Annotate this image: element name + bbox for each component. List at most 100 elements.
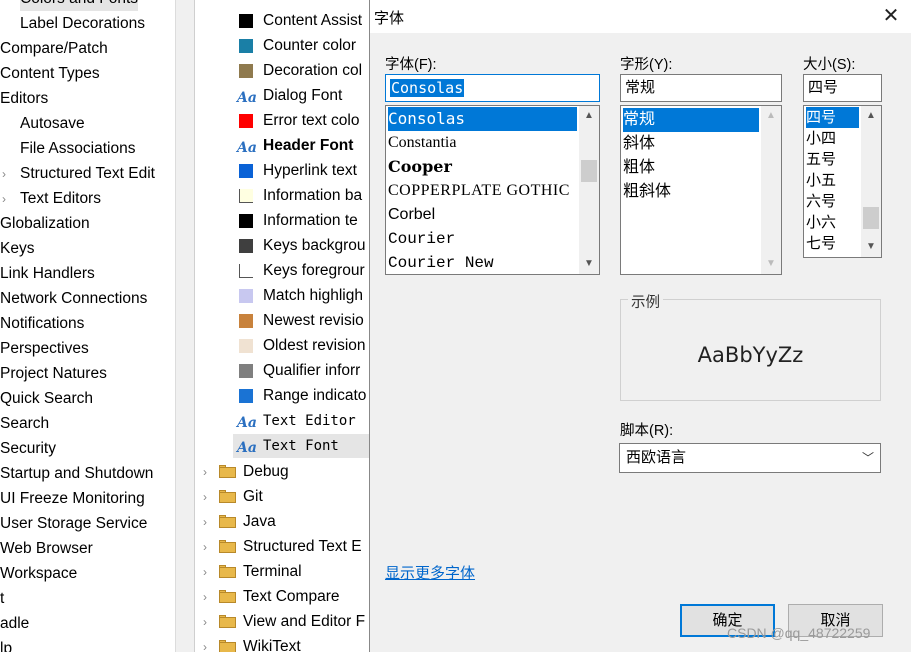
size-list-scrollbar[interactable]: ▲ ▼	[861, 106, 881, 257]
scroll-up-icon[interactable]: ▲	[861, 106, 881, 126]
chevron-right-icon[interactable]: ›	[203, 535, 207, 559]
font-setting-item[interactable]: Aa Text Editor	[195, 409, 369, 433]
tree-item[interactable]: Web Browser	[0, 537, 93, 561]
chevron-right-icon[interactable]: ›	[203, 585, 207, 609]
list-item[interactable]: 常规	[623, 108, 759, 132]
tree-item[interactable]: Security	[0, 437, 56, 461]
tree-item[interactable]: › Text Editors	[2, 187, 101, 211]
chevron-right-icon[interactable]: ›	[203, 610, 207, 634]
style-list-scrollbar[interactable]: ▲ ▼	[761, 106, 781, 274]
category-folder-item[interactable]: › Java	[195, 510, 369, 534]
list-item[interactable]: 粗斜体	[623, 180, 759, 204]
tree-item[interactable]: adle	[0, 612, 29, 636]
font-list-scrollbar[interactable]: ▲ ▼	[579, 106, 599, 274]
tree-item[interactable]: File Associations	[20, 137, 135, 161]
color-setting-item[interactable]: Newest revisio	[195, 309, 369, 333]
list-item[interactable]: Courier New	[388, 251, 577, 274]
list-item[interactable]: Consolas	[388, 107, 577, 131]
tree-item[interactable]: Project Natures	[0, 362, 107, 386]
tree-item[interactable]: User Storage Service	[0, 512, 147, 536]
list-item[interactable]: Cooper	[388, 155, 577, 179]
color-setting-item[interactable]: Hyperlink text	[195, 159, 369, 183]
tree-item[interactable]: Editors	[0, 87, 48, 111]
list-item[interactable]: 四号	[806, 107, 859, 128]
font-setting-item[interactable]: Aa Dialog Font	[195, 84, 369, 108]
tree-item[interactable]: Search	[0, 412, 49, 436]
color-setting-item[interactable]: Decoration col	[195, 59, 369, 83]
tree-item[interactable]: Quick Search	[0, 387, 93, 411]
list-item[interactable]: Courier	[388, 227, 577, 251]
color-setting-item[interactable]: Qualifier inforr	[195, 359, 369, 383]
scroll-up-icon[interactable]: ▲	[761, 106, 781, 126]
tree-splitter[interactable]	[175, 0, 194, 652]
font-setting-item[interactable]: Aa Header Font	[195, 134, 369, 158]
tree-item[interactable]: Colors and Fonts	[20, 0, 139, 11]
category-folder-item[interactable]: › View and Editor F	[195, 610, 369, 634]
scroll-down-icon[interactable]: ▼	[579, 254, 599, 274]
list-item[interactable]: 斜体	[623, 132, 759, 156]
chevron-right-icon[interactable]: ›	[203, 510, 207, 534]
color-setting-item[interactable]: Keys backgrou	[195, 234, 369, 258]
category-folder-item[interactable]: › Git	[195, 485, 369, 509]
tree-item[interactable]: Network Connections	[0, 287, 147, 311]
color-setting-item[interactable]: Content Assist	[195, 9, 369, 33]
category-folder-item[interactable]: › Debug	[195, 460, 369, 484]
list-item[interactable]: Corbel	[388, 203, 577, 227]
tree-item[interactable]: Globalization	[0, 212, 90, 236]
font-style-list[interactable]: ▲ ▼ 常规 斜体 粗体 粗斜体	[620, 105, 782, 275]
list-item[interactable]: 六号	[806, 191, 859, 212]
tree-item[interactable]: Link Handlers	[0, 262, 95, 286]
show-more-fonts-link[interactable]: 显示更多字体	[385, 562, 475, 583]
tree-item[interactable]: t	[0, 587, 4, 611]
font-style-input[interactable]: 常规	[620, 74, 782, 102]
tree-item[interactable]: Compare/Patch	[0, 37, 108, 61]
color-setting-item[interactable]: Range indicato	[195, 384, 369, 408]
chevron-right-icon[interactable]: ›	[2, 162, 14, 186]
category-folder-item[interactable]: › WikiText	[195, 635, 369, 652]
scroll-up-icon[interactable]: ▲	[579, 106, 599, 126]
list-item[interactable]: 五号	[806, 149, 859, 170]
tree-item[interactable]: Keys	[0, 237, 34, 261]
scroll-down-icon[interactable]: ▼	[861, 237, 881, 257]
list-item[interactable]: 粗体	[623, 156, 759, 180]
scroll-thumb[interactable]	[581, 160, 597, 182]
font-setting-item[interactable]: Aa Text Font	[233, 434, 369, 458]
tree-item[interactable]: Perspectives	[0, 337, 89, 361]
chevron-right-icon[interactable]: ›	[203, 635, 207, 652]
tree-item[interactable]: Content Types	[0, 62, 100, 86]
chevron-right-icon[interactable]: ›	[2, 187, 14, 211]
tree-item[interactable]: lp	[0, 637, 12, 652]
tree-item[interactable]: › Structured Text Edit	[2, 162, 155, 186]
color-setting-item[interactable]: Keys foregrour	[195, 259, 369, 283]
script-select[interactable]: 西欧语言 ﹀	[619, 443, 881, 473]
chevron-right-icon[interactable]: ›	[203, 560, 207, 584]
font-name-list[interactable]: ▲ ▼ Consolas Constantia Cooper COPPERPLATE …	[385, 105, 600, 275]
tree-item[interactable]: Workspace	[0, 562, 77, 586]
color-setting-item[interactable]: Error text colo	[195, 109, 369, 133]
list-item[interactable]: COPPERPLATE GOTHIC	[388, 179, 577, 203]
list-item[interactable]: 小五	[806, 170, 859, 191]
tree-item[interactable]: Startup and Shutdown	[0, 462, 153, 486]
font-size-input[interactable]: 四号	[803, 74, 882, 102]
category-folder-item[interactable]: › Structured Text E	[195, 535, 369, 559]
list-item[interactable]: 七号	[806, 233, 859, 254]
color-setting-item[interactable]: Match highligh	[195, 284, 369, 308]
color-setting-item[interactable]: Information ba	[195, 184, 369, 208]
tree-item[interactable]: Autosave	[20, 112, 85, 136]
list-item[interactable]: Constantia	[388, 131, 577, 155]
chevron-right-icon[interactable]: ›	[203, 485, 207, 509]
tree-item[interactable]: Notifications	[0, 312, 84, 336]
scroll-thumb[interactable]	[863, 207, 879, 229]
font-name-input[interactable]: Consolas	[385, 74, 600, 102]
category-folder-item[interactable]: › Terminal	[195, 560, 369, 584]
list-item[interactable]: 小四	[806, 128, 859, 149]
color-setting-item[interactable]: Information te	[195, 209, 369, 233]
color-setting-item[interactable]: Oldest revision	[195, 334, 369, 358]
color-setting-item[interactable]: Counter color	[195, 34, 369, 58]
tree-item[interactable]: UI Freeze Monitoring	[0, 487, 145, 511]
close-icon[interactable]: ✕	[876, 3, 906, 29]
list-item[interactable]: 小六	[806, 212, 859, 233]
scroll-down-icon[interactable]: ▼	[761, 254, 781, 274]
category-folder-item[interactable]: › Text Compare	[195, 585, 369, 609]
font-size-list[interactable]: ▲ ▼ 四号 小四 五号 小五 六号 小六 七号	[803, 105, 882, 258]
